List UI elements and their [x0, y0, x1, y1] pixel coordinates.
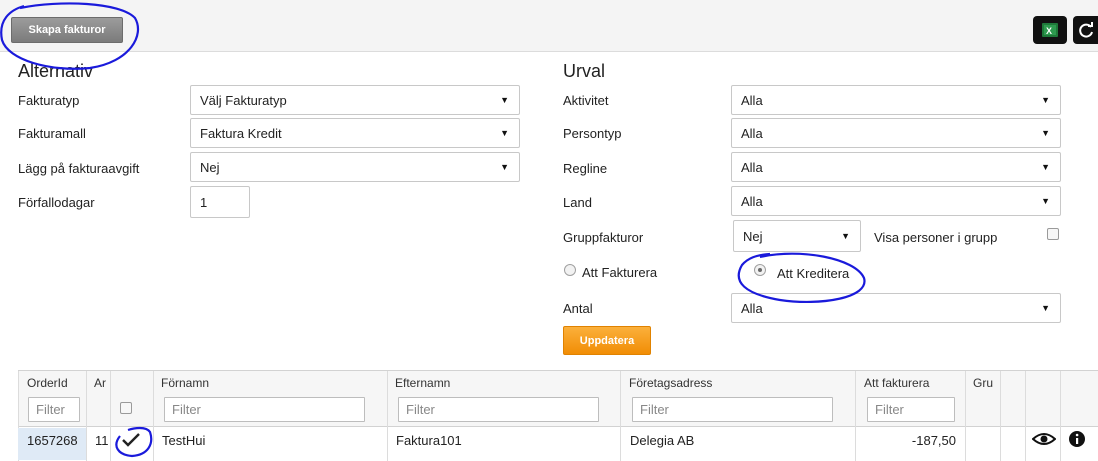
toolbar [0, 0, 1098, 52]
create-invoices-button[interactable]: Skapa fakturor [11, 17, 123, 43]
country-select[interactable]: Alla ▼ [731, 186, 1061, 216]
radio-invoice[interactable] [564, 264, 576, 276]
filter-last-name-input[interactable]: Filter [398, 397, 599, 422]
refresh-icon [1078, 22, 1093, 38]
dropdown-arrow-icon: ▼ [1041, 95, 1050, 105]
column-divider [1025, 371, 1026, 461]
dropdown-arrow-icon: ▼ [500, 128, 509, 138]
info-button[interactable] [1068, 430, 1086, 451]
activity-label: Aktivitet [563, 93, 609, 108]
country-label: Land [563, 195, 592, 210]
column-divider [86, 371, 87, 461]
person-type-label: Persontyp [563, 126, 622, 141]
urval-heading: Urval [563, 61, 606, 81]
select-all-checkbox[interactable] [120, 402, 132, 414]
row-last-name: Faktura101 [396, 433, 462, 448]
row-company-address: Delegia AB [630, 433, 695, 448]
filter-placeholder: Filter [36, 402, 65, 417]
header-last-name[interactable]: Efternamn [395, 376, 450, 390]
header-first-name[interactable]: Förnamn [161, 376, 209, 390]
row-orderid[interactable]: 1657268 [27, 433, 78, 448]
row-first-name: TestHui [162, 433, 206, 448]
header-ar[interactable]: Ar [94, 376, 106, 390]
show-persons-checkbox[interactable] [1047, 228, 1059, 240]
dropdown-arrow-icon: ▼ [841, 231, 850, 241]
due-days-input[interactable]: 1 [190, 186, 250, 218]
invoice-template-label: Fakturamall [18, 126, 86, 141]
column-divider [620, 371, 621, 461]
update-button[interactable]: Uppdatera [563, 326, 651, 355]
due-days-value: 1 [200, 194, 208, 210]
header-amount[interactable]: Att fakturera [864, 376, 929, 390]
invoice-type-select[interactable]: Välj Fakturatyp ▼ [190, 85, 520, 115]
invoice-template-select[interactable]: Faktura Kredit ▼ [190, 118, 520, 148]
row-amount: -187,50 [911, 433, 956, 448]
column-divider [387, 371, 388, 461]
invoice-fee-select[interactable]: Nej ▼ [190, 152, 520, 182]
invoice-template-value: Faktura Kredit [200, 125, 282, 141]
radio-credit-label: Att Kreditera [777, 266, 850, 281]
group-invoices-value: Nej [743, 228, 763, 244]
column-divider [855, 371, 856, 461]
filter-placeholder: Filter [640, 402, 669, 417]
filter-orderid-input[interactable]: Filter [28, 397, 80, 422]
filter-amount-input[interactable]: Filter [867, 397, 955, 422]
column-divider [1060, 371, 1061, 461]
filter-placeholder: Filter [406, 402, 435, 417]
dropdown-arrow-icon: ▼ [1041, 162, 1050, 172]
dropdown-arrow-icon: ▼ [1041, 128, 1050, 138]
person-type-select[interactable]: Alla ▼ [731, 118, 1061, 148]
row-checkbox[interactable] [121, 432, 141, 451]
invoice-fee-label: Lägg på fakturaavgift [18, 161, 140, 176]
column-divider [1000, 371, 1001, 461]
header-company-address[interactable]: Företagsadress [629, 376, 712, 390]
activity-value: Alla [741, 92, 763, 108]
radio-invoice-label: Att Fakturera [582, 265, 658, 280]
filter-company-address-input[interactable]: Filter [632, 397, 833, 422]
filter-first-name-input[interactable]: Filter [164, 397, 365, 422]
dropdown-arrow-icon: ▼ [500, 95, 509, 105]
filter-placeholder: Filter [172, 402, 201, 417]
invoice-fee-value: Nej [200, 159, 220, 175]
group-invoices-select[interactable]: Nej ▼ [733, 220, 861, 252]
eye-icon [1031, 433, 1057, 445]
svg-text:X: X [1046, 26, 1052, 36]
column-divider [965, 371, 966, 461]
count-select[interactable]: Alla ▼ [731, 293, 1061, 323]
refresh-button[interactable] [1073, 16, 1098, 44]
column-divider [153, 371, 154, 461]
invoice-type-value: Välj Fakturatyp [200, 92, 287, 108]
person-type-value: Alla [741, 125, 763, 141]
group-invoices-label: Gruppfakturor [563, 230, 644, 245]
dropdown-arrow-icon: ▼ [1041, 196, 1050, 206]
count-value: Alla [741, 300, 763, 316]
count-label: Antal [563, 301, 593, 316]
regline-label: Regline [563, 161, 608, 176]
checkmark-icon [122, 433, 140, 447]
column-divider [110, 371, 111, 461]
row-ar: 11 [95, 433, 109, 448]
alternativ-heading: Alternativ [18, 61, 94, 81]
header-orderid[interactable]: OrderId [27, 376, 68, 390]
invoice-type-label: Fakturatyp [18, 93, 80, 108]
dropdown-arrow-icon: ▼ [500, 162, 509, 172]
regline-value: Alla [741, 159, 763, 175]
header-group[interactable]: Gru [973, 376, 999, 390]
due-days-label: Förfallodagar [18, 195, 95, 210]
regline-select[interactable]: Alla ▼ [731, 152, 1061, 182]
filter-placeholder: Filter [875, 402, 904, 417]
excel-export-button[interactable]: X [1033, 16, 1067, 44]
view-button[interactable] [1031, 432, 1057, 449]
activity-select[interactable]: Alla ▼ [731, 85, 1061, 115]
radio-credit[interactable] [754, 264, 766, 276]
excel-export-icon: X [1042, 23, 1058, 37]
country-value: Alla [741, 193, 763, 209]
show-persons-label: Visa personer i grupp [874, 230, 998, 245]
dropdown-arrow-icon: ▼ [1041, 303, 1050, 313]
info-icon [1069, 431, 1085, 447]
